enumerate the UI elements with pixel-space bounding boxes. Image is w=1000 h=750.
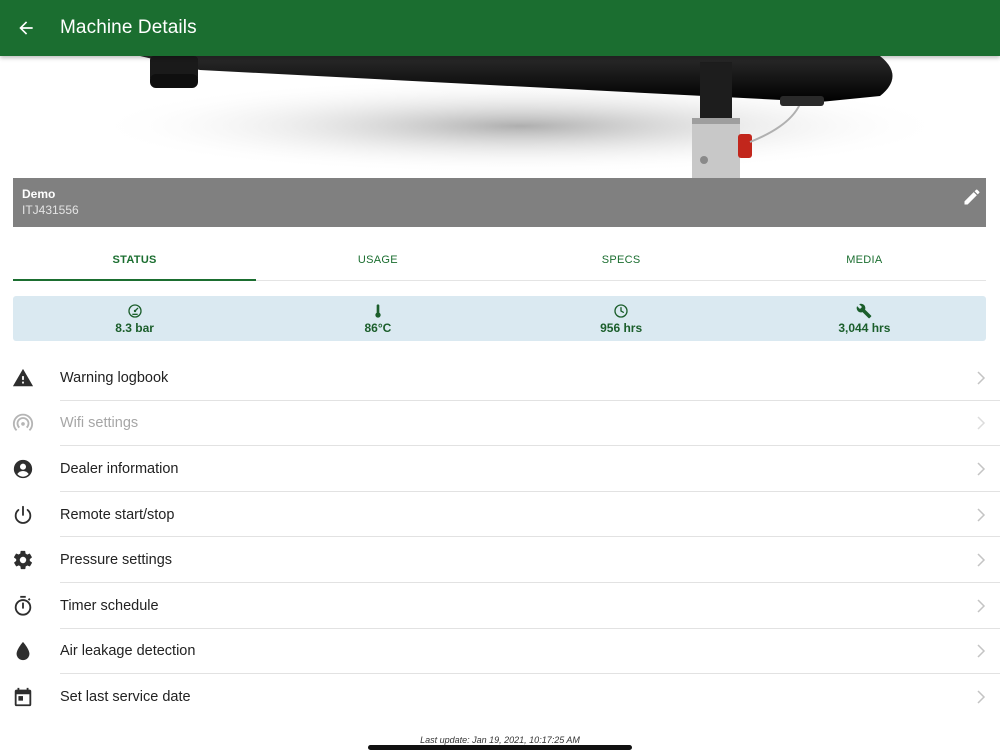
stat-running-hours: 956 hrs bbox=[500, 296, 743, 341]
stat-pressure-value: 8.3 bar bbox=[115, 320, 154, 335]
menu-item-warning-logbook[interactable]: Warning logbook bbox=[0, 355, 1000, 401]
machine-serial: ITJ431556 bbox=[22, 203, 79, 217]
menu-item-label: Wifi settings bbox=[60, 415, 139, 432]
gauge-icon bbox=[127, 303, 142, 318]
menu-item-label: Pressure settings bbox=[60, 552, 173, 569]
wrench-icon bbox=[857, 303, 872, 318]
menu-item-set-last-service-date[interactable]: Set last service date bbox=[0, 674, 1000, 720]
menu-item-label: Timer schedule bbox=[60, 597, 159, 614]
machine-image bbox=[0, 56, 1000, 178]
menu-item-pressure-settings[interactable]: Pressure settings bbox=[0, 537, 1000, 583]
stat-temperature: 86°C bbox=[256, 296, 499, 341]
menu-item-timer-schedule[interactable]: Timer schedule bbox=[0, 583, 1000, 629]
stat-pressure: 8.3 bar bbox=[13, 296, 256, 341]
machine-header: Demo ITJ431556 bbox=[13, 178, 986, 227]
stat-temperature-value: 86°C bbox=[364, 320, 392, 335]
menu-item-wifi-settings[interactable]: Wifi settings bbox=[0, 401, 1000, 447]
home-indicator[interactable] bbox=[368, 745, 632, 750]
menu-item-label: Air leakage detection bbox=[60, 643, 196, 660]
chevron-right-icon bbox=[977, 553, 986, 567]
last-update-text: Last update: Jan 19, 2021, 10:17:25 AM bbox=[420, 735, 580, 745]
tab-bar: STATUS USAGE SPECS MEDIA bbox=[13, 239, 986, 281]
menu-item-dealer-information[interactable]: Dealer information bbox=[0, 446, 1000, 492]
gear-icon bbox=[12, 549, 34, 571]
menu-item-label: Dealer information bbox=[60, 460, 179, 477]
chevron-right-icon bbox=[977, 416, 986, 430]
tab-usage[interactable]: USAGE bbox=[256, 239, 499, 280]
thermometer-icon bbox=[375, 303, 381, 318]
chevron-right-icon bbox=[977, 599, 986, 613]
menu-item-remote-start-stop[interactable]: Remote start/stop bbox=[0, 492, 1000, 538]
page-title: Machine Details bbox=[60, 17, 197, 38]
back-button[interactable] bbox=[0, 0, 52, 56]
menu-item-label: Remote start/stop bbox=[60, 506, 175, 523]
timer-icon bbox=[12, 595, 34, 617]
tab-specs[interactable]: SPECS bbox=[500, 239, 743, 280]
pencil-icon[interactable] bbox=[962, 187, 982, 207]
stat-service-hours: 3,044 hrs bbox=[743, 296, 986, 341]
chevron-right-icon bbox=[977, 462, 986, 476]
account-icon bbox=[12, 458, 34, 480]
calendar-icon bbox=[12, 686, 34, 708]
clock-icon bbox=[614, 303, 628, 318]
warning-icon bbox=[12, 367, 34, 389]
stat-service-hours-value: 3,044 hrs bbox=[838, 320, 891, 335]
machine-name: Demo bbox=[22, 187, 56, 201]
drop-icon bbox=[12, 640, 34, 662]
machine-menu: Warning logbook Wifi settings Dealer inf… bbox=[0, 355, 1000, 720]
power-icon bbox=[12, 504, 34, 526]
menu-item-label: Warning logbook bbox=[60, 369, 169, 386]
menu-item-air-leakage-detection[interactable]: Air leakage detection bbox=[0, 629, 1000, 675]
chevron-right-icon bbox=[977, 371, 986, 385]
status-summary: 8.3 bar 86°C 956 hrs 3,044 hrs bbox=[13, 296, 986, 341]
stat-running-hours-value: 956 hrs bbox=[600, 320, 643, 335]
menu-item-label: Set last service date bbox=[60, 688, 191, 705]
tab-status[interactable]: STATUS bbox=[13, 239, 257, 281]
app-bar: Machine Details bbox=[0, 0, 1000, 56]
tab-media[interactable]: MEDIA bbox=[743, 239, 986, 280]
chevron-right-icon bbox=[977, 644, 986, 658]
chevron-right-icon bbox=[977, 690, 986, 704]
wifi-icon bbox=[12, 412, 34, 434]
chevron-right-icon bbox=[977, 508, 986, 522]
arrow-back-icon bbox=[19, 21, 33, 35]
